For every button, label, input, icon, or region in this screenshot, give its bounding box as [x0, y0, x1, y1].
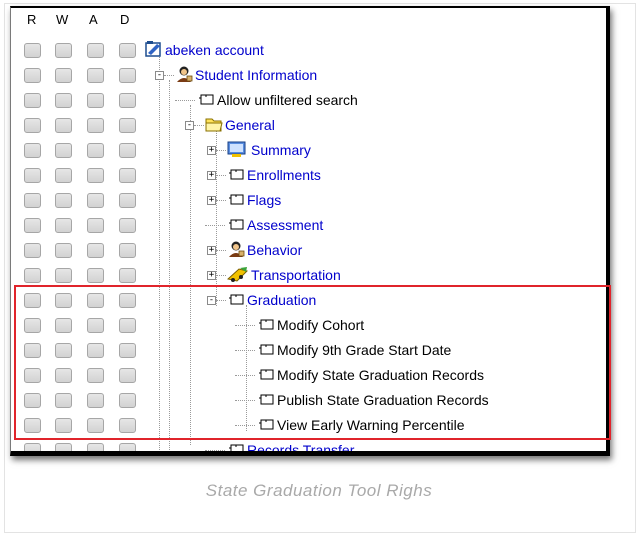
tree-row: Allow unfiltered search — [11, 88, 606, 113]
permission-checkbox-read[interactable] — [24, 268, 41, 283]
header-read: R — [27, 12, 37, 27]
tree-connector — [164, 75, 174, 76]
permission-checkbox-write[interactable] — [55, 93, 72, 108]
permission-checkbox-read[interactable] — [24, 168, 41, 183]
tree-node-label[interactable]: General — [225, 117, 275, 133]
permission-checkbox-add[interactable] — [87, 68, 104, 83]
permission-checkbox-delete[interactable] — [119, 268, 136, 283]
permission-checkbox-delete[interactable] — [119, 118, 136, 133]
permission-checkbox-delete[interactable] — [119, 143, 136, 158]
expand-icon[interactable]: + — [207, 271, 216, 280]
permission-checkbox-write[interactable] — [55, 443, 72, 451]
collapse-icon[interactable]: - — [185, 121, 194, 130]
tree-node-label[interactable]: Records Transfer — [247, 442, 354, 451]
permission-checkbox-read[interactable] — [24, 68, 41, 83]
tree-row: Assessment — [11, 213, 606, 238]
permission-checkbox-write[interactable] — [55, 118, 72, 133]
tree-connector — [216, 175, 226, 176]
permission-checkbox-add[interactable] — [87, 443, 104, 451]
account-icon — [145, 40, 163, 58]
permission-checkbox-add[interactable] — [87, 93, 104, 108]
permission-checkbox-read[interactable] — [24, 143, 41, 158]
summary-icon — [227, 140, 246, 158]
permission-checkbox-write[interactable] — [55, 143, 72, 158]
tree-row: + Enrollments — [11, 163, 606, 188]
tree-row: + Summary — [11, 138, 606, 163]
permission-checkbox-read[interactable] — [24, 243, 41, 258]
permission-checkbox-add[interactable] — [87, 43, 104, 58]
header-write: W — [56, 12, 69, 27]
tree-row: Records Transfer — [11, 438, 606, 451]
expand-icon[interactable]: + — [207, 171, 216, 180]
tree-node-label[interactable]: Summary — [251, 142, 311, 158]
permission-checkbox-delete[interactable] — [119, 93, 136, 108]
permission-checkbox-write[interactable] — [55, 243, 72, 258]
permission-checkbox-write[interactable] — [55, 268, 72, 283]
permission-checkbox-add[interactable] — [87, 218, 104, 233]
tree-node-label[interactable]: Allow unfiltered search — [217, 92, 358, 108]
tree-connector — [216, 275, 226, 276]
behavior-icon — [227, 240, 245, 258]
permission-checkbox-add[interactable] — [87, 118, 104, 133]
permission-checkbox-delete[interactable] — [119, 443, 136, 451]
permission-checkbox-delete[interactable] — [119, 68, 136, 83]
permission-checkbox-write[interactable] — [55, 193, 72, 208]
tree-connector — [205, 450, 225, 451]
permission-checkbox-delete[interactable] — [119, 193, 136, 208]
tree-node-label[interactable]: Behavior — [247, 242, 302, 258]
expand-icon[interactable]: + — [207, 196, 216, 205]
permission-checkbox-delete[interactable] — [119, 43, 136, 58]
folder-tool-icon — [227, 165, 245, 183]
tree-node-label[interactable]: Student Information — [195, 67, 317, 83]
tree-connector — [216, 250, 226, 251]
tree-node-label[interactable]: Transportation — [251, 267, 341, 283]
tree-connector — [216, 150, 226, 151]
open-folder-icon — [205, 115, 223, 133]
permission-checkbox-read[interactable] — [24, 118, 41, 133]
permission-checkbox-add[interactable] — [87, 243, 104, 258]
tree-node-label[interactable]: Enrollments — [247, 167, 321, 183]
permission-checkbox-add[interactable] — [87, 193, 104, 208]
tree-connector — [205, 225, 225, 226]
permission-checkbox-add[interactable] — [87, 268, 104, 283]
tree-row: abeken account — [11, 38, 606, 63]
permission-checkbox-delete[interactable] — [119, 218, 136, 233]
permission-checkbox-read[interactable] — [24, 443, 41, 451]
folder-tool-icon — [227, 215, 245, 233]
header-delete: D — [120, 12, 130, 27]
tree-connector — [175, 100, 195, 101]
expand-icon[interactable]: + — [207, 146, 216, 155]
tree-row: - General — [11, 113, 606, 138]
tree-connector — [194, 125, 204, 126]
folder-tool-icon — [197, 90, 215, 108]
student-information-icon — [175, 65, 193, 83]
tree-node-label[interactable]: Flags — [247, 192, 281, 208]
permission-checkbox-write[interactable] — [55, 43, 72, 58]
folder-tool-icon — [227, 440, 245, 451]
permission-checkbox-add[interactable] — [87, 143, 104, 158]
collapse-icon[interactable]: - — [155, 71, 164, 80]
permission-checkbox-delete[interactable] — [119, 243, 136, 258]
expand-icon[interactable]: + — [207, 246, 216, 255]
permission-checkbox-write[interactable] — [55, 168, 72, 183]
header-add: A — [89, 12, 98, 27]
permission-checkbox-read[interactable] — [24, 43, 41, 58]
folder-tool-icon — [227, 190, 245, 208]
tree-node-label[interactable]: Assessment — [247, 217, 323, 233]
permission-checkbox-delete[interactable] — [119, 168, 136, 183]
permission-checkbox-add[interactable] — [87, 168, 104, 183]
tree-row: + Flags — [11, 188, 606, 213]
tree-connector — [216, 200, 226, 201]
image-caption: State Graduation Tool Righs — [205, 481, 433, 500]
tree-row: - Student Information — [11, 63, 606, 88]
permission-checkbox-read[interactable] — [24, 193, 41, 208]
transportation-icon — [226, 265, 248, 283]
permission-checkbox-read[interactable] — [24, 93, 41, 108]
tree-node-label[interactable]: abeken account — [165, 42, 264, 58]
permission-checkbox-write[interactable] — [55, 218, 72, 233]
graduation-highlight-box — [14, 285, 611, 440]
tree-row: + Behavior — [11, 238, 606, 263]
permission-checkbox-write[interactable] — [55, 68, 72, 83]
permission-checkbox-read[interactable] — [24, 218, 41, 233]
